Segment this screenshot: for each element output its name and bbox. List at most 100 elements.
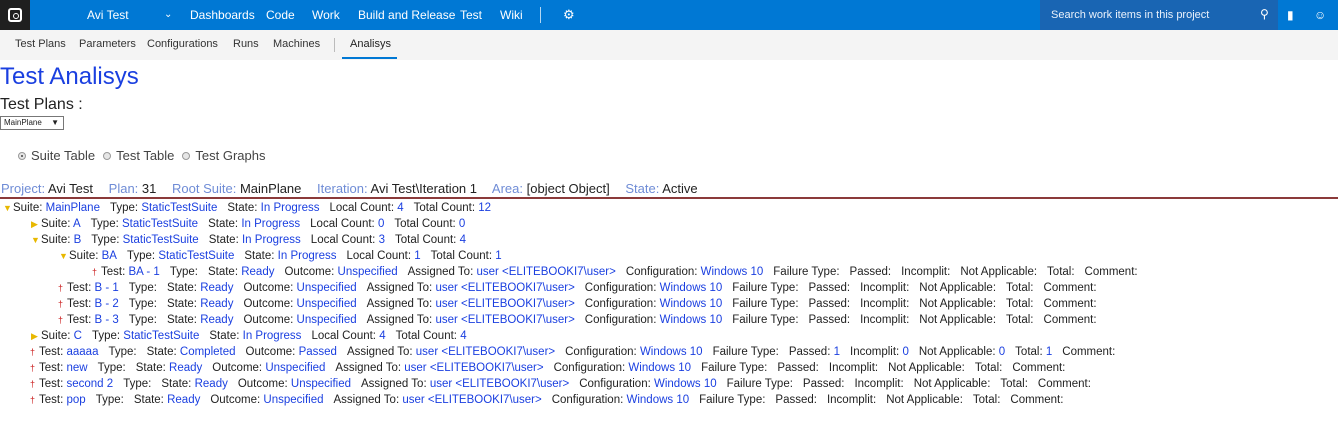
iteration-key: Iteration: [317, 181, 368, 196]
suite-type-label: Type: [91, 234, 120, 246]
test-outcome-value: Passed [298, 346, 337, 358]
radio-test-graphs[interactable]: Test Graphs [182, 148, 265, 163]
nav-dashboards[interactable]: Dashboards [190, 8, 255, 22]
total-count-value: 4 [460, 330, 467, 342]
comment-field: Comment: [1038, 376, 1091, 392]
local-count-field: Local Count: 4 [311, 328, 385, 344]
suite-row[interactable]: ▼Suite: BA Type: StaticTestSuite State: In… [0, 248, 1148, 264]
nav-build-and-release[interactable]: Build and Release [358, 8, 455, 22]
total-count-value: 4 [459, 234, 466, 246]
total-count-label: Total Count: [394, 218, 456, 230]
sub-nav: Test Plans Parameters Configurations Run… [0, 30, 1338, 60]
not-applicable-field: Not Applicable: 0 [919, 344, 1005, 360]
test-row[interactable]: † Test: B - 3 Type: State: Ready Outcome: Un… [0, 312, 1148, 328]
test-type-label: Type: [128, 298, 157, 310]
test-row[interactable]: † Test: B - 2 Type: State: Ready Outcome: Un… [0, 296, 1148, 312]
test-name-label: Test: [67, 282, 92, 294]
search-box[interactable]: Search work items in this project ⚲ [1040, 0, 1278, 30]
test-type-label: Type: [123, 378, 152, 390]
nav-code[interactable]: Code [266, 8, 295, 22]
local-count-value: 4 [397, 202, 404, 214]
suite-state-label: State: [244, 250, 275, 262]
project-key: Project: [1, 181, 46, 196]
radio-test-table[interactable]: Test Table [103, 148, 174, 163]
divider [0, 197, 1338, 199]
radio-dot[interactable] [103, 151, 112, 160]
comment-field: Comment: [1044, 296, 1097, 312]
incomplit-field: Incomplit: [860, 280, 909, 296]
nav-wiki[interactable]: Wiki [500, 8, 523, 22]
suite-name-label: Suite: [13, 202, 43, 214]
tab-parameters[interactable]: Parameters [79, 38, 136, 50]
test-row[interactable]: † Test: B - 1 Type: State: Ready Outcome: Un… [0, 280, 1148, 296]
test-row[interactable]: † Test: pop Type: State: Ready Outcome: Unsp… [0, 392, 1148, 408]
comment-field: Comment: [1010, 392, 1063, 408]
local-count-value: 4 [379, 330, 386, 342]
test-type-field: Type: [123, 376, 151, 392]
marketplace-bag-icon[interactable]: ▮ [1287, 8, 1294, 22]
collapsed-triangle-icon[interactable]: ▶ [31, 328, 41, 344]
test-state-field: State: Ready [161, 376, 228, 392]
expanded-triangle-icon[interactable]: ▼ [3, 200, 13, 216]
failure-type-label: Failure Type: [773, 266, 840, 278]
passed-label: Passed: [808, 282, 851, 294]
avatar-icon[interactable]: ☺ [1314, 8, 1326, 22]
expanded-triangle-icon[interactable]: ▼ [59, 248, 69, 264]
test-row[interactable]: † Test: aaaaa Type: State: Completed Outcome… [0, 344, 1148, 360]
assigned-to-label: Assigned To: [407, 266, 474, 278]
test-outcome-value: Unspecified [296, 314, 357, 326]
test-name-field: Test: BA - 1 [101, 264, 160, 280]
failure-type-field: Failure Type: [732, 280, 798, 296]
test-marker-icon: † [58, 299, 64, 309]
search-icon[interactable]: ⚲ [1260, 7, 1269, 21]
assigned-to-field: Assigned To: user <ELITEBOOKI7\user> [408, 264, 616, 280]
test-row[interactable]: † Test: second 2 Type: State: Ready Outcome:… [0, 376, 1148, 392]
radio-dot[interactable] [18, 151, 26, 160]
test-state-label: State: [166, 282, 197, 294]
chevron-down-icon[interactable]: ⌄ [164, 9, 172, 20]
test-outcome-label: Outcome: [237, 378, 288, 390]
suite-row[interactable]: ▼Suite: B Type: StaticTestSuite State: In … [0, 232, 1148, 248]
suite-state-label: State: [208, 218, 239, 230]
incomplit-field: Incomplit: [901, 264, 950, 280]
tab-configurations[interactable]: Configurations [147, 38, 218, 50]
test-outcome-field: Outcome: Unspecified [243, 312, 356, 328]
tab-runs[interactable]: Runs [233, 38, 259, 50]
state-value: Active [662, 181, 698, 196]
assigned-to-label: Assigned To: [346, 346, 413, 358]
configuration-value: Windows 10 [659, 282, 723, 294]
search-input[interactable]: Search work items in this project [1051, 9, 1209, 21]
test-outcome-field: Outcome: Passed [246, 344, 337, 360]
radio-dot[interactable] [182, 151, 191, 160]
project-name[interactable]: Avi Test [87, 8, 129, 22]
suite-name-field: Suite: BA [69, 248, 117, 264]
test-row[interactable]: † Test: new Type: State: Ready Outcome: Unsp… [0, 360, 1148, 376]
suite-row[interactable]: ▶ Suite: C Type: StaticTestSuite State: In … [0, 328, 1148, 344]
test-row[interactable]: † Test: BA - 1 Type: State: Ready Outcome: U… [0, 264, 1148, 280]
assigned-to-field: Assigned To: user <ELITEBOOKI7\user> [367, 280, 575, 296]
test-state-value: Ready [200, 298, 234, 310]
azure-devops-logo-icon[interactable] [0, 0, 30, 30]
collapsed-triangle-icon[interactable]: ▶ [31, 216, 41, 232]
tab-analisys[interactable]: Analisys [350, 38, 391, 50]
tab-machines[interactable]: Machines [273, 38, 320, 50]
suite-row[interactable]: ▼Suite: MainPlane Type: StaticTestSuite St… [0, 200, 1148, 216]
gear-icon[interactable]: ⚙ [563, 8, 577, 22]
configuration-value: Windows 10 [654, 378, 717, 390]
test-name-label: Test: [67, 314, 92, 326]
test-marker-icon: † [30, 363, 36, 373]
not-applicable-label: Not Applicable: [919, 282, 997, 294]
assigned-to-value: user <ELITEBOOKI7\user> [435, 298, 575, 310]
nav-work[interactable]: Work [312, 8, 340, 22]
project-selector[interactable]: Avi Test ⌄ [30, 0, 180, 30]
local-count-value: 0 [377, 218, 385, 230]
suite-row[interactable]: ▶ Suite: A Type: StaticTestSuite State: In … [0, 216, 1148, 232]
expanded-triangle-icon[interactable]: ▼ [31, 232, 41, 248]
configuration-value: Windows 10 [626, 394, 690, 406]
nav-test[interactable]: Test [460, 8, 482, 22]
radio-suite-table[interactable]: Suite Table [18, 148, 95, 163]
tab-test-plans[interactable]: Test Plans [15, 38, 66, 50]
not-applicable-field: Not Applicable: [914, 376, 991, 392]
test-plan-select[interactable]: MainPlane ▼ [0, 116, 64, 130]
suite-name-field: Suite: A [41, 216, 81, 232]
